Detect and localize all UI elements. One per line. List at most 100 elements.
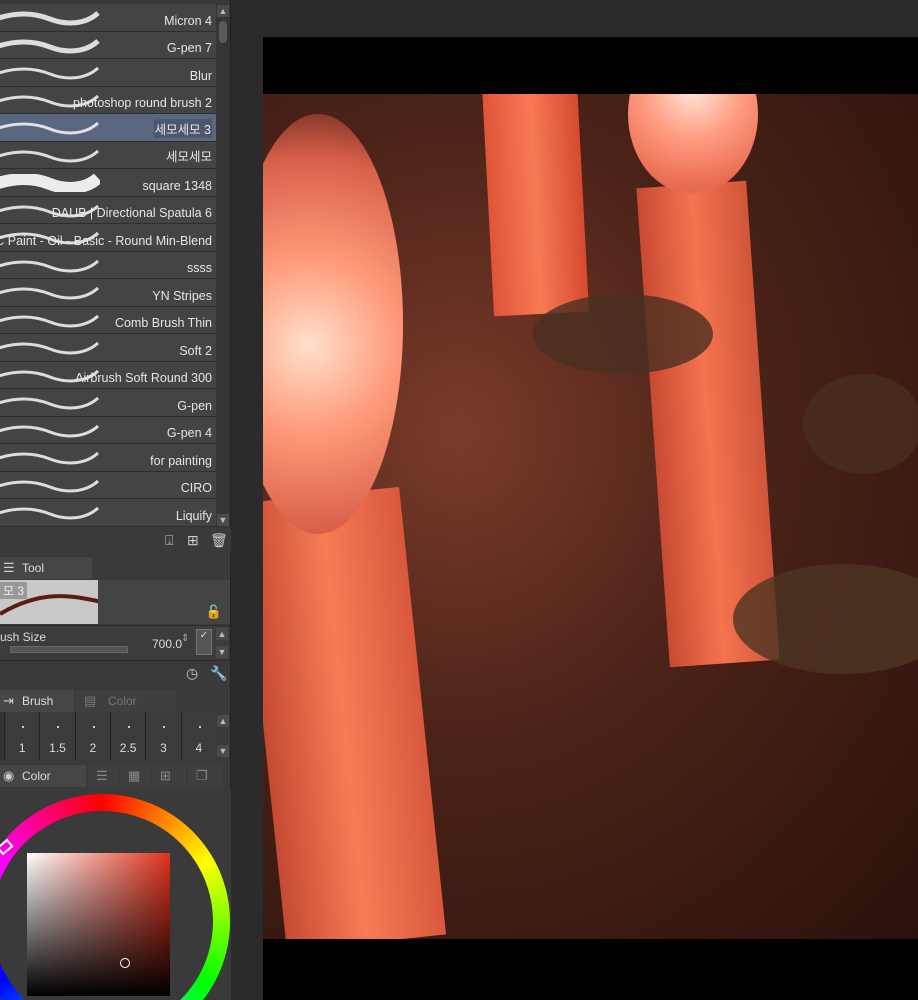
tab-color-slider[interactable]: ☰ <box>88 765 118 787</box>
brush-item[interactable]: Blur <box>0 59 216 87</box>
brush-item[interactable]: Comb Brush Thin <box>0 306 216 334</box>
left-panel: Micron 4 G-pen 7 Blur photoshop round brush… <box>0 0 231 1000</box>
brush-size-value[interactable]: 700.0 <box>152 637 182 651</box>
scroll-down-icon[interactable]: ▼ <box>217 745 229 757</box>
brush-name: Blur <box>189 68 212 83</box>
color-wheel-panel <box>0 788 231 1000</box>
brush-size-icon: ⇥ <box>3 693 14 708</box>
brush-size-preset[interactable]: 3 <box>145 712 181 760</box>
brush-item[interactable]: square 1348 <box>0 169 216 197</box>
color-picker-cursor[interactable] <box>120 958 130 968</box>
brush-list-scrollbar[interactable]: ▲ ▼ <box>216 3 230 528</box>
brush-stroke-preview <box>0 396 100 410</box>
scroll-down-icon[interactable]: ▼ <box>216 646 228 658</box>
unlock-icon[interactable]: 🔓 <box>206 604 222 620</box>
tab-brush-size[interactable]: ⇥ Brush Size <box>0 690 74 730</box>
brush-stroke-preview <box>0 451 100 465</box>
brush-stroke-preview <box>0 174 100 192</box>
trash-icon[interactable]: 🗑 <box>210 532 228 549</box>
size-label: 2.5 <box>119 741 137 755</box>
import-icon[interactable]: ⍗ <box>165 532 173 549</box>
brush-item[interactable]: for painting <box>0 444 216 472</box>
scroll-up-icon[interactable]: ▲ <box>216 628 228 640</box>
brush-size-preset[interactable]: 1.5 <box>39 712 75 760</box>
brush-name: CIRO <box>180 481 212 495</box>
brush-stroke-preview <box>0 11 100 26</box>
brush-name: Soft 2 <box>179 343 212 358</box>
size-bar[interactable] <box>10 646 128 653</box>
brush-name: ssss <box>187 261 212 275</box>
saturation-value-square[interactable] <box>27 853 170 996</box>
brush-name: photoshop round brush 2 <box>73 96 212 110</box>
tab-intermediate-color[interactable]: ⊞ <box>152 765 186 787</box>
brush-stroke-preview <box>0 424 100 437</box>
tab-color-wheel[interactable]: ◉ Color Wheel <box>0 765 86 805</box>
brush-item[interactable]: G-pen 7 <box>0 31 216 59</box>
add-brush-icon[interactable]: ⊞ <box>187 532 199 549</box>
brush-name: square 1348 <box>142 178 212 193</box>
brush-item[interactable]: DAUB | Directional Spatula 6 <box>0 196 216 224</box>
brush-item[interactable]: photoshop round brush 2 <box>0 86 216 114</box>
tab-color-set[interactable]: ▦ <box>120 765 150 787</box>
brush-item[interactable]: CIRO <box>0 471 216 499</box>
brush-name: for painting <box>150 453 212 468</box>
brush-item[interactable]: YN Stripes <box>0 279 216 307</box>
brush-item[interactable]: 세모세모 3 <box>0 114 216 142</box>
brush-size-slider[interactable]: ush Size 700.0 ⇕ ✓ ▲ ▼ <box>0 625 230 658</box>
brush-item[interactable]: Micron 4 <box>0 4 216 32</box>
size-label: 1.5 <box>49 741 66 755</box>
brush-stroke-preview <box>0 314 100 327</box>
canvas-area[interactable] <box>231 0 918 1000</box>
scroll-up-icon[interactable]: ▲ <box>217 715 229 727</box>
brush-name: Airbrush Soft Round 300 <box>75 371 212 385</box>
tab-color-history[interactable]: ▤ Color History <box>76 690 176 730</box>
artwork[interactable] <box>263 94 918 939</box>
scroll-down-icon[interactable]: ▼ <box>217 514 229 526</box>
size-label: 4 <box>195 741 203 755</box>
brush-item[interactable]: Airbrush Soft Round 300 <box>0 361 216 389</box>
brush-item[interactable]: Liquify <box>0 499 216 527</box>
brush-list: Micron 4 G-pen 7 Blur photoshop round brush… <box>0 4 216 528</box>
sliders-icon: ☰ <box>3 560 15 575</box>
brush-stroke-preview <box>0 286 100 300</box>
brush-name: 세모세모 <box>165 150 212 164</box>
brush-item[interactable]: 세모세모 <box>0 141 216 169</box>
brush-size-preset[interactable]: 2.5 <box>109 712 146 760</box>
brush-size-preset[interactable]: 4 <box>180 712 216 760</box>
brush-name: Micron 4 <box>164 13 212 28</box>
brush-list-toolbar: ⍗ ⊞ 🗑 <box>0 529 231 551</box>
brush-preview: 모 3 <box>0 580 191 624</box>
spinner-icon[interactable]: ⇕ <box>181 633 189 644</box>
brush-name: DAUB | Directional Spatula 6 <box>51 206 212 220</box>
tab-approximate-color[interactable]: ❐ <box>188 765 222 787</box>
checkmark-icon[interactable]: ✓ <box>196 629 212 655</box>
brush-size-preset[interactable]: 1 <box>4 712 40 760</box>
canvas[interactable] <box>263 37 918 1000</box>
brush-stroke-preview <box>0 121 100 135</box>
brush-stroke-preview <box>0 479 100 492</box>
brush-size-presets: 1 1.5 2 2.5 3 4 <box>0 712 216 760</box>
brush-stroke-preview <box>0 506 100 520</box>
reset-icon[interactable]: ◷ <box>186 665 198 682</box>
film-icon: ▤ <box>84 693 97 708</box>
scroll-thumb[interactable] <box>219 21 227 43</box>
color-wheel-icon: ◉ <box>3 768 15 783</box>
brush-stroke-preview <box>0 259 100 272</box>
brush-stroke-preview <box>0 149 100 162</box>
tab-tool-property[interactable]: ☰ Tool Property <box>0 557 92 597</box>
brush-name: NC Paint - Oil - Basic - Round Min-Blend <box>0 233 212 248</box>
wrench-icon[interactable]: 🔧 <box>210 665 227 682</box>
scroll-up-icon[interactable]: ▲ <box>217 5 229 17</box>
brush-item[interactable]: NC Paint - Oil - Basic - Round Min-Blend <box>0 224 216 252</box>
brush-item[interactable]: G-pen 4 <box>0 416 216 444</box>
brush-item[interactable]: ssss <box>0 251 216 279</box>
brush-item[interactable]: Soft 2 <box>0 334 216 362</box>
size-label: 2 <box>89 741 97 755</box>
brush-name: YN Stripes <box>152 288 212 303</box>
brush-stroke-preview <box>0 66 100 80</box>
brush-item[interactable]: G-pen <box>0 389 216 417</box>
brush-name: Comb Brush Thin <box>114 316 212 330</box>
brush-size-preset[interactable]: 2 <box>74 712 110 760</box>
brush-stroke-preview <box>0 38 100 53</box>
brush-name: G-pen 4 <box>166 426 212 440</box>
